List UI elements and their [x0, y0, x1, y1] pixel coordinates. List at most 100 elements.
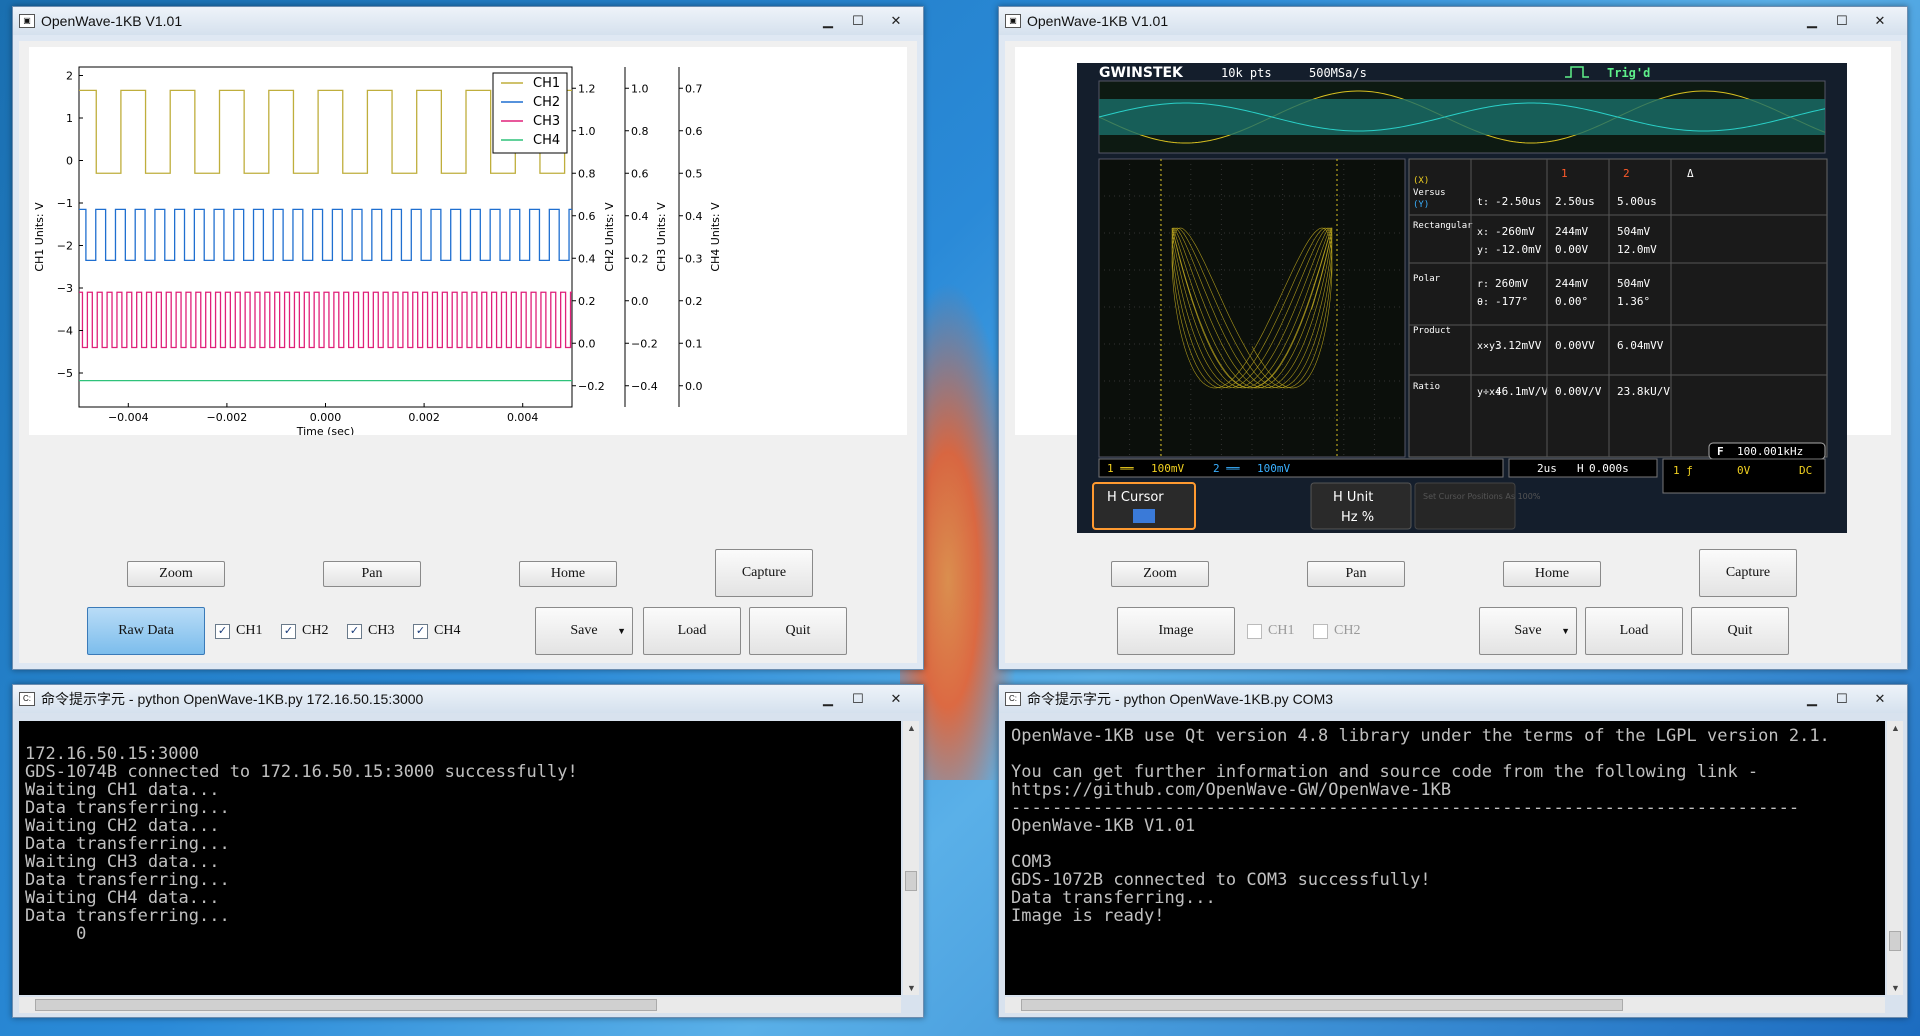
y-axis-label-ch4: CH4 Units: V: [709, 202, 722, 272]
window-title: 命令提示字元 - python OpenWave-1KB.py COM3: [1027, 691, 1334, 707]
titlebar[interactable]: ▣ OpenWave-1KB V1.01 ▁ ☐ ✕: [999, 7, 1907, 35]
x-tick-label: 0.000: [310, 411, 342, 424]
maximize-button[interactable]: ☐: [845, 690, 871, 708]
quit-button[interactable]: Quit: [749, 607, 847, 655]
maximize-button[interactable]: ☐: [1829, 12, 1855, 30]
image-button[interactable]: Image: [1117, 607, 1235, 655]
minimize-button[interactable]: ▁: [1799, 690, 1825, 708]
x-tick-label: 0.004: [507, 411, 539, 424]
scroll-thumb[interactable]: [1889, 931, 1901, 951]
y-tick-label: 0: [66, 155, 73, 168]
close-button[interactable]: ✕: [875, 12, 917, 30]
vertical-scrollbar[interactable]: ▲ ▼: [1887, 721, 1903, 995]
close-button[interactable]: ✕: [1859, 12, 1901, 30]
cursor-value: 2.50us: [1555, 195, 1595, 208]
y-tick-label: −4: [57, 325, 73, 338]
ch2-checkbox[interactable]: ✓ CH2: [281, 623, 328, 639]
window-title: 命令提示字元 - python OpenWave-1KB.py 172.16.5…: [41, 691, 424, 707]
raw-data-button[interactable]: Raw Data: [87, 607, 205, 655]
horizontal-scrollbar[interactable]: [19, 997, 901, 1013]
home-button[interactable]: Home: [519, 561, 617, 587]
zoom-button[interactable]: Zoom: [1111, 561, 1209, 587]
horizontal-scrollbar[interactable]: [1005, 997, 1885, 1013]
dropdown-arrow-icon[interactable]: ▼: [1561, 626, 1570, 636]
capture-button[interactable]: Capture: [715, 549, 813, 597]
titlebar[interactable]: ▣ OpenWave-1KB V1.01 ▁ ☐ ✕: [13, 7, 923, 35]
sample-rate: 500MSa/s: [1309, 66, 1367, 80]
pan-button[interactable]: Pan: [323, 561, 421, 587]
trigger-source-icon: 1 ƒ: [1673, 464, 1693, 477]
y-tick-label: 0.5: [685, 167, 703, 180]
scroll-thumb[interactable]: [905, 871, 917, 891]
scroll-up-icon[interactable]: ▲: [1891, 723, 1900, 733]
ch1-checkbox[interactable]: CH1: [1247, 623, 1294, 639]
minimize-button[interactable]: ▁: [815, 690, 841, 708]
load-button[interactable]: Load: [643, 607, 741, 655]
scroll-up-icon[interactable]: ▲: [907, 723, 916, 733]
zoom-button[interactable]: Zoom: [127, 561, 225, 587]
cursor-col-header: 1: [1561, 167, 1568, 180]
close-button[interactable]: ✕: [1859, 690, 1901, 708]
scroll-down-icon[interactable]: ▼: [1891, 983, 1900, 993]
y-tick-label: 0.6: [685, 125, 703, 138]
y-tick-label: 0.7: [685, 82, 703, 95]
h-unit-options: Hz %: [1341, 510, 1374, 525]
frequency-icon: F: [1717, 445, 1724, 458]
maximize-button[interactable]: ☐: [845, 12, 871, 30]
save-button[interactable]: Save ▼: [535, 607, 633, 655]
titlebar[interactable]: C: 命令提示字元 - python OpenWave-1KB.py COM3 …: [999, 685, 1907, 713]
oscilloscope-screenshot: GWINSTEK 10k pts 500MSa/s Trig'd 1 2 Δ (X) V…: [1077, 63, 1847, 533]
cursor-value: 504mV: [1617, 225, 1650, 238]
plot-canvas[interactable]: −0.004 −0.002 0.000 0.002 0.004 Time (sec) −5−…: [29, 47, 907, 438]
ch2-checkbox[interactable]: CH2: [1313, 623, 1360, 639]
ratio-label: Ratio: [1413, 382, 1440, 392]
titlebar[interactable]: C: 命令提示字元 - python OpenWave-1KB.py 172.1…: [13, 685, 923, 713]
console-line: OpenWave-1KB use Qt version 4.8 library …: [1011, 726, 1830, 746]
y-tick-label: 0.0: [685, 380, 703, 393]
close-button[interactable]: ✕: [875, 690, 917, 708]
console-line: Data transferring...: [25, 798, 230, 818]
ch3-checkbox[interactable]: ✓ CH3: [347, 623, 394, 639]
y-axis-label-ch1: CH1 Units: V: [33, 202, 46, 272]
y-tick-label: 2: [66, 70, 73, 83]
y-tick-label: −1: [57, 197, 73, 210]
console-line: Data transferring...: [25, 834, 230, 854]
y-tick-label: 0.6: [578, 210, 596, 223]
cmd-icon: C:: [1005, 692, 1021, 706]
cmd-icon: C:: [19, 692, 35, 706]
scroll-thumb[interactable]: [1021, 999, 1623, 1011]
save-button[interactable]: Save ▼: [1479, 607, 1577, 655]
console-line: Data transferring...: [25, 906, 230, 926]
home-button[interactable]: Home: [1503, 561, 1601, 587]
image-canvas[interactable]: GWINSTEK 10k pts 500MSa/s Trig'd 1 2 Δ (X) V…: [1015, 47, 1891, 533]
quit-button[interactable]: Quit: [1691, 607, 1789, 655]
legend-entry: CH3: [533, 114, 560, 129]
pan-button[interactable]: Pan: [1307, 561, 1405, 587]
console-output[interactable]: 172.16.50.15:3000 GDS-1074B connected to …: [19, 721, 901, 995]
h-position: 0.000s: [1589, 462, 1629, 475]
series-ch3: [79, 291, 572, 349]
ch1-checkbox[interactable]: ✓ CH1: [215, 623, 262, 639]
y-tick-label: 1.0: [578, 125, 596, 138]
minimize-button[interactable]: ▁: [815, 12, 841, 30]
y-tick-label: 1: [66, 112, 73, 125]
scroll-down-icon[interactable]: ▼: [907, 983, 916, 993]
waveform-chart[interactable]: −0.004 −0.002 0.000 0.002 0.004Time (sec)−5−…: [29, 47, 899, 438]
y-tick-label: 0.3: [685, 252, 703, 265]
scroll-thumb[interactable]: [35, 999, 657, 1011]
window-console-right: C: 命令提示字元 - python OpenWave-1KB.py COM3 …: [998, 684, 1908, 1018]
maximize-button[interactable]: ☐: [1829, 690, 1855, 708]
cursor-icon: [1133, 509, 1155, 523]
console-output[interactable]: OpenWave-1KB use Qt version 4.8 library …: [1005, 721, 1885, 995]
load-button[interactable]: Load: [1585, 607, 1683, 655]
capture-button[interactable]: Capture: [1699, 549, 1797, 597]
record-length: 10k pts: [1221, 66, 1272, 80]
app-icon: ▣: [1005, 14, 1021, 28]
dropdown-arrow-icon[interactable]: ▼: [617, 626, 626, 636]
window-plot-left: ▣ OpenWave-1KB V1.01 ▁ ☐ ✕ −0.004 −0.002 0…: [12, 6, 924, 670]
minimize-button[interactable]: ▁: [1799, 12, 1825, 30]
ch4-checkbox[interactable]: ✓ CH4: [413, 623, 460, 639]
vertical-scrollbar[interactable]: ▲ ▼: [903, 721, 919, 995]
